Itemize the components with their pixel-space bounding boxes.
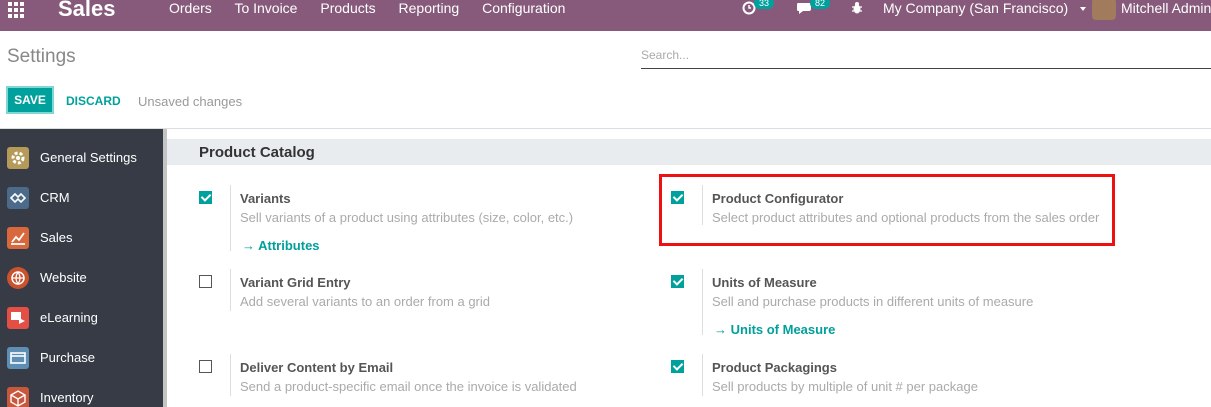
- gear-icon: [7, 147, 29, 169]
- sidebar-item-label: Inventory: [40, 390, 94, 405]
- setting-description: Add several variants to an order from a …: [240, 294, 491, 309]
- sidebar-item-crm[interactable]: CRM: [0, 177, 163, 217]
- setting-title: Deliver Content by Email: [240, 360, 394, 375]
- variants-checkbox[interactable]: [199, 191, 212, 204]
- company-switcher[interactable]: My Company (San Francisco): [883, 0, 1087, 17]
- sales-chart-icon: [7, 227, 29, 249]
- activity-count-badge: 33: [754, 0, 775, 9]
- arrow-right-icon: →: [242, 238, 259, 253]
- sidebar-scrollbar[interactable]: [163, 129, 167, 407]
- bug-icon: [852, 2, 862, 14]
- setting-divider: [230, 354, 231, 396]
- sidebar-item-label: Sales: [40, 230, 73, 245]
- sidebar-item-sales[interactable]: Sales: [0, 217, 163, 257]
- control-panel-divider: [0, 128, 1211, 129]
- setting-description: Sell products by multiple of unit # per …: [712, 379, 978, 394]
- sidebar-item-label: Purchase: [40, 350, 95, 365]
- crm-handshake-icon: [7, 187, 29, 209]
- company-name: My Company (San Francisco): [883, 0, 1069, 16]
- avatar: [1092, 0, 1116, 20]
- setting-divider: [230, 269, 231, 311]
- setting-divider: [702, 269, 703, 335]
- menu-products[interactable]: Products: [320, 0, 375, 16]
- page-title: Settings: [7, 46, 76, 67]
- sidebar-item-website[interactable]: Website: [0, 257, 163, 297]
- sidebar-item-general-settings[interactable]: General Settings: [0, 137, 163, 177]
- deliver-content-checkbox[interactable]: [199, 360, 212, 373]
- messages-count-badge: 82: [810, 0, 831, 9]
- setting-description: Sell and purchase products in different …: [712, 294, 1034, 309]
- setting-description: Send a product-specific email once the i…: [240, 379, 577, 394]
- sidebar-item-label: eLearning: [40, 310, 98, 325]
- product-packagings-checkbox[interactable]: [671, 360, 684, 373]
- menu-to-invoice[interactable]: To Invoice: [234, 0, 297, 16]
- variant-grid-entry-checkbox[interactable]: [199, 275, 212, 288]
- user-name: Mitchell Admin: [1121, 0, 1211, 16]
- setting-title: Units of Measure: [712, 275, 817, 290]
- discard-button[interactable]: DISCARD: [66, 94, 121, 108]
- unsaved-changes-status: Unsaved changes: [138, 94, 243, 109]
- setting-title: Product Packagings: [712, 360, 837, 375]
- menu-orders[interactable]: Orders: [169, 0, 212, 16]
- search-input[interactable]: Search...: [641, 45, 1211, 69]
- app-name: Sales: [58, 0, 116, 21]
- sidebar-item-label: CRM: [40, 190, 70, 205]
- top-menu: Orders To Invoice Products Reporting Con…: [169, 0, 584, 17]
- sidebar-item-inventory[interactable]: Inventory: [0, 377, 163, 407]
- units-of-measure-link[interactable]: → Units of Measure: [714, 322, 835, 337]
- globe-icon: [7, 267, 29, 289]
- highlight-box: [659, 174, 1115, 246]
- menu-reporting[interactable]: Reporting: [399, 0, 460, 16]
- menu-configuration[interactable]: Configuration: [482, 0, 565, 16]
- setting-divider: [702, 354, 703, 396]
- inventory-box-icon: [7, 387, 29, 407]
- setting-description: Sell variants of a product using attribu…: [240, 210, 574, 225]
- sidebar-item-elearning[interactable]: eLearning: [0, 297, 163, 337]
- apps-grid-icon[interactable]: [8, 2, 26, 20]
- setting-title: Variant Grid Entry: [240, 275, 351, 290]
- top-navbar: Sales Orders To Invoice Products Reporti…: [0, 0, 1211, 31]
- setting-divider: [230, 185, 231, 251]
- sidebar-item-purchase[interactable]: Purchase: [0, 337, 163, 377]
- save-button[interactable]: SAVE: [6, 86, 54, 114]
- section-header: Product Catalog: [167, 139, 1211, 165]
- settings-sidebar: General Settings CRM Sales Website eLear…: [0, 129, 163, 407]
- sidebar-item-label: Website: [40, 270, 87, 285]
- caret-down-icon: [1080, 7, 1087, 12]
- elearning-icon: [7, 307, 29, 329]
- units-of-measure-checkbox[interactable]: [671, 275, 684, 288]
- arrow-right-icon: →: [714, 322, 731, 337]
- purchase-icon: [7, 347, 29, 369]
- setting-title: Variants: [240, 191, 291, 206]
- section-title: Product Catalog: [199, 144, 315, 161]
- attributes-link[interactable]: → Attributes: [242, 238, 320, 253]
- sidebar-item-label: General Settings: [40, 150, 137, 165]
